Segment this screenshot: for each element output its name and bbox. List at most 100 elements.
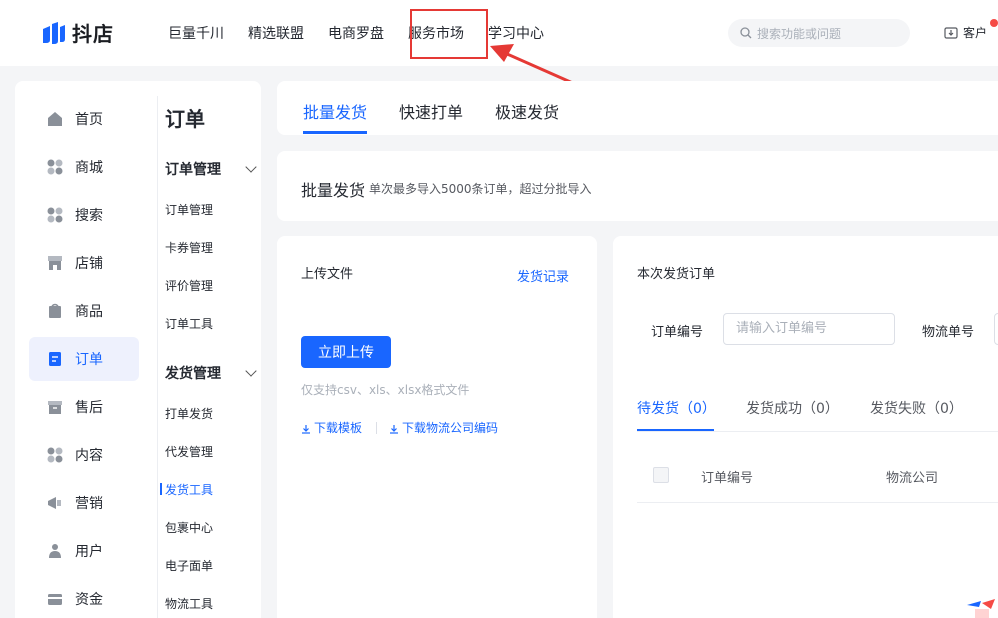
logistics-number-input[interactable]: [994, 313, 998, 345]
select-all-checkbox[interactable]: [653, 467, 669, 483]
info-title: 批量发货: [301, 181, 366, 200]
upload-format-hint: 仅支持csv、xls、xlsx格式文件: [301, 383, 470, 397]
sidebar-item-label: 搜索: [75, 208, 103, 224]
home-icon: [47, 111, 63, 127]
tab-pending[interactable]: 待发货（0）: [637, 398, 716, 418]
sidebar-item-search[interactable]: 搜索: [29, 193, 139, 237]
tab-express-ship[interactable]: 极速发货: [495, 99, 559, 123]
download-template-label: 下载模板: [314, 421, 363, 435]
active-tab-indicator: [637, 429, 714, 431]
sidebar-item-label: 资金: [75, 592, 103, 608]
goods-icon: [47, 303, 63, 319]
sidebar-item-label: 首页: [75, 112, 103, 128]
sidebar-item-content[interactable]: 内容: [29, 433, 139, 477]
sidebar-item-label: 商城: [75, 160, 103, 176]
mall-icon: [47, 159, 63, 175]
notification-dot: [990, 19, 998, 27]
submenu-item-order-tools[interactable]: 订单工具: [165, 315, 213, 332]
sidebar-divider: [157, 96, 158, 618]
upload-title: 上传文件: [301, 267, 354, 282]
content-icon: [47, 447, 63, 463]
sidebar-item-marketing[interactable]: 营销: [29, 481, 139, 525]
tab-success[interactable]: 发货成功（0）: [746, 398, 839, 418]
annotation-highlight-box: [410, 9, 488, 59]
search-icon: [740, 27, 752, 39]
tab-batch-ship[interactable]: 批量发货: [303, 99, 367, 123]
active-tab-indicator: [303, 131, 367, 134]
tabs-divider: [637, 431, 998, 432]
sidebar-item-user[interactable]: 用户: [29, 529, 139, 573]
brand-name: 抖店: [72, 22, 114, 46]
shipping-record-link[interactable]: 发货记录: [517, 266, 569, 285]
sidebar: 首页 商城 搜索 店铺 商品 订单 售后 内容 营销 用户 资金 订单 订单管理…: [15, 81, 261, 618]
submenu-group-order-management[interactable]: 订单管理: [165, 159, 257, 179]
marketing-icon: [47, 495, 63, 511]
info-description: 单次最多导入5000条订单，超过分批导入: [369, 182, 592, 196]
sidebar-item-label: 商品: [75, 304, 103, 320]
submenu-group-label: 发货管理: [165, 366, 221, 382]
sidebar-item-home[interactable]: 首页: [29, 97, 139, 141]
submenu-title: 订单: [165, 107, 205, 131]
user-icon: [47, 543, 63, 559]
submenu-item-review-manage[interactable]: 评价管理: [165, 277, 213, 294]
sidebar-item-label: 店铺: [75, 256, 103, 272]
column-order-number: 订单编号: [701, 471, 754, 486]
customer-service-button[interactable]: 客户: [944, 24, 987, 41]
sidebar-item-label: 订单: [75, 352, 103, 368]
submenu-item-e-waybill[interactable]: 电子面单: [165, 557, 213, 574]
tab-failed[interactable]: 发货失败（0）: [870, 398, 963, 418]
sidebar-item-funds[interactable]: 资金: [29, 577, 139, 618]
funds-icon: [47, 591, 63, 607]
submenu-item-shipping-tools[interactable]: 发货工具: [159, 481, 213, 498]
decorative-graphic-icon: [967, 599, 995, 618]
submenu-item-print-ship[interactable]: 打单发货: [165, 405, 213, 422]
order-icon: [47, 351, 63, 367]
nav-item-qianchuan[interactable]: 巨量千川: [168, 23, 224, 43]
sidebar-item-store[interactable]: 店铺: [29, 241, 139, 285]
submenu-item-order-manage[interactable]: 订单管理: [165, 201, 213, 218]
download-template-link[interactable]: 下载模板: [301, 419, 362, 436]
sidebar-item-label: 内容: [75, 448, 103, 464]
tabs-panel: 批量发货 快速打单 极速发货: [277, 81, 998, 135]
submenu-group-shipping-management[interactable]: 发货管理: [165, 363, 257, 383]
upload-now-button[interactable]: 立即上传: [301, 336, 391, 368]
download-box-icon: [944, 26, 958, 39]
search-cat-icon: [47, 207, 63, 223]
orders-title: 本次发货订单: [637, 267, 716, 282]
submenu-group-label: 订单管理: [165, 162, 221, 178]
search-placeholder: 搜索功能或问题: [757, 26, 842, 41]
chevron-down-icon: [245, 161, 257, 173]
sidebar-item-orders[interactable]: 订单: [29, 337, 139, 381]
chevron-down-icon: [245, 365, 257, 377]
sidebar-item-goods[interactable]: 商品: [29, 289, 139, 333]
table-header: 订单编号 物流公司: [637, 457, 998, 503]
info-panel: 批量发货 单次最多导入5000条订单，超过分批导入: [277, 151, 998, 221]
download-icon: [301, 423, 311, 434]
logistics-number-label: 物流单号: [922, 325, 975, 340]
order-number-input[interactable]: 请输入订单编号: [723, 313, 895, 345]
store-icon: [47, 255, 63, 271]
upload-panel: 上传文件 发货记录 立即上传 仅支持csv、xls、xlsx格式文件 下载模板 …: [277, 236, 597, 618]
search-box[interactable]: 搜索功能或问题: [728, 19, 910, 47]
column-logistics-company: 物流公司: [886, 471, 939, 486]
service-label: 客户: [963, 26, 988, 40]
orders-panel: 本次发货订单 订单编号 请输入订单编号 物流单号 待发货（0） 发货成功（0） …: [613, 236, 998, 618]
download-icon: [389, 423, 399, 434]
download-logistics-code-label: 下载物流公司编码: [402, 421, 499, 435]
tab-quick-print[interactable]: 快速打单: [399, 99, 463, 123]
download-logistics-code-link[interactable]: 下载物流公司编码: [389, 419, 498, 436]
nav-item-alliance[interactable]: 精选联盟: [248, 23, 304, 43]
aftersale-icon: [47, 399, 63, 415]
link-separator: [376, 421, 378, 434]
download-links: 下载模板 下载物流公司编码: [301, 419, 498, 436]
submenu-item-coupon-manage[interactable]: 卡券管理: [165, 239, 213, 256]
submenu-item-dropship[interactable]: 代发管理: [165, 443, 213, 460]
submenu-item-package-center[interactable]: 包裹中心: [165, 519, 213, 536]
sidebar-item-mall[interactable]: 商城: [29, 145, 139, 189]
nav-item-compass[interactable]: 电商罗盘: [328, 23, 384, 43]
logo[interactable]: 抖店: [40, 18, 114, 47]
sidebar-item-label: 用户: [75, 544, 103, 560]
submenu-item-logistics-tools[interactable]: 物流工具: [165, 595, 213, 612]
sidebar-item-label: 营销: [75, 496, 103, 512]
sidebar-item-aftersale[interactable]: 售后: [29, 385, 139, 429]
